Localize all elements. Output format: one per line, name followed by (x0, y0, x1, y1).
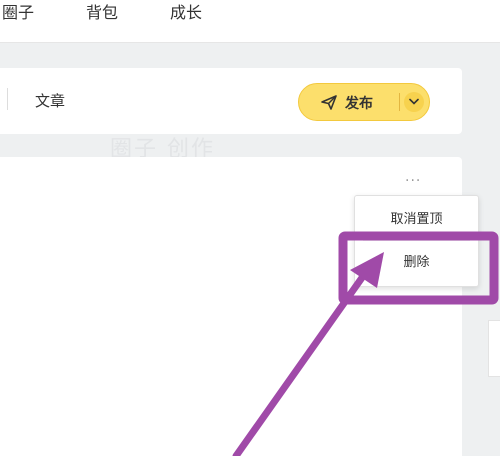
publish-label: 发布 (345, 96, 373, 112)
menu-divider (363, 240, 470, 241)
nav-item-backpack[interactable]: 背包 (86, 2, 118, 24)
tab-divider (7, 88, 8, 110)
menu-item-unpin[interactable]: 取消置顶 (355, 208, 478, 227)
nav-item-circle[interactable]: 圈子 (2, 2, 34, 24)
publish-divider (399, 93, 400, 111)
nav-item-growth[interactable]: 成长 (170, 2, 202, 24)
tab-article[interactable]: 文章 (35, 90, 65, 111)
side-panel-edge (488, 320, 500, 377)
top-nav: 圈子 背包 成长 (0, 0, 500, 43)
chevron-down-icon[interactable] (404, 92, 424, 112)
paper-plane-icon (320, 93, 338, 111)
menu-item-delete[interactable]: 删除 (355, 251, 478, 270)
publish-button[interactable]: 发布 (298, 83, 430, 121)
more-icon[interactable]: ··· (405, 174, 421, 188)
post-context-menu: 取消置顶 删除 (354, 195, 479, 287)
